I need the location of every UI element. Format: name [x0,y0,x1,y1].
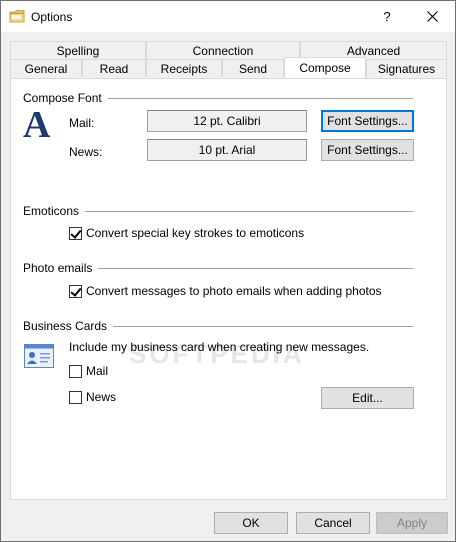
tab-send[interactable]: Send [222,59,284,77]
tab-compose[interactable]: Compose [284,57,366,78]
cancel-button[interactable]: Cancel [296,512,370,534]
business-card-description: Include my business card when creating n… [69,340,370,354]
folder-icon [9,10,25,23]
tab-signatures[interactable]: Signatures [366,59,447,77]
mail-font-preview: 12 pt. Calibri [147,110,307,132]
tab-spelling[interactable]: Spelling [10,41,146,59]
options-dialog: Options ? Spelling Connection Advanced G… [0,0,456,542]
tab-connection[interactable]: Connection [146,41,300,59]
close-button[interactable] [409,1,455,32]
news-font-settings-button[interactable]: Font Settings... [321,139,414,161]
apply-button[interactable]: Apply [376,512,448,534]
business-card-mail-label: Mail [86,364,109,378]
section-compose-font: Compose Font [23,91,108,105]
business-card-news-checkbox[interactable]: News [69,390,116,404]
mail-font-label: Mail: [69,116,95,130]
checkbox-box [69,364,82,378]
checkbox-box [69,226,82,240]
tab-read[interactable]: Read [82,59,146,77]
news-font-preview: 10 pt. Arial [147,139,307,161]
section-emoticons: Emoticons [23,204,86,218]
emoticons-checkbox-label: Convert special key strokes to emoticons [86,226,305,240]
tab-general[interactable]: General [10,59,82,77]
emoticons-checkbox[interactable]: Convert special key strokes to emoticons [69,226,304,240]
compose-panel: SOFTPEDIA Compose Font Mail: 12 pt. Cali… [10,78,447,500]
photo-emails-checkbox-label: Convert messages to photo emails when ad… [86,284,382,298]
business-card-icon [24,344,54,368]
news-font-label: News: [69,145,103,159]
section-business-cards: Business Cards [23,319,114,333]
help-button[interactable]: ? [371,1,403,32]
checkbox-box [69,284,82,298]
business-card-mail-checkbox[interactable]: Mail [69,364,108,378]
mail-font-settings-button[interactable]: Font Settings... [321,110,414,132]
business-card-news-label: News [86,390,117,404]
edit-business-card-button[interactable]: Edit... [321,387,414,409]
photo-emails-checkbox[interactable]: Convert messages to photo emails when ad… [69,284,382,298]
window-title: Options [31,10,73,24]
title-bar: Options ? [1,1,455,32]
checkbox-box [69,390,82,404]
section-photo-emails: Photo emails [23,261,99,275]
ok-button[interactable]: OK [214,512,288,534]
font-letter-a-icon: A [23,104,51,146]
tab-receipts[interactable]: Receipts [146,59,222,77]
close-icon [426,11,438,22]
